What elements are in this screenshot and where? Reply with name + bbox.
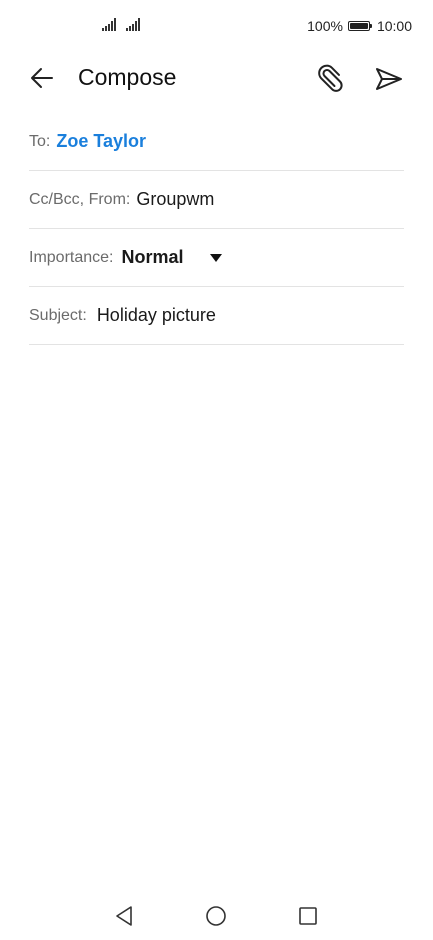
attach-button[interactable] [314,62,348,96]
importance-label: Importance: [29,248,114,266]
caret-down-icon[interactable] [209,253,222,262]
importance-field[interactable]: Importance: Normal [29,229,404,287]
importance-value[interactable]: Normal [121,247,183,268]
page-title: Compose [78,64,177,90]
to-label: To: [29,132,51,150]
status-right: 100% 10:00 [307,18,412,34]
square-recents-icon [299,907,317,925]
status-bar: 100% 10:00 [0,0,433,54]
signal-indicators [102,18,140,31]
cc-bcc-from-field[interactable]: Cc/Bcc, From: Groupwm [29,171,404,229]
send-icon [376,68,402,90]
recipient-chip[interactable]: Zoe Taylor [56,131,146,152]
compose-screen: 100% 10:00 Compose To: Zoe Taylor Cc/Bcc… [0,0,433,940]
clock: 10:00 [376,18,412,34]
back-button[interactable] [26,62,58,94]
nav-home-button[interactable] [204,904,228,928]
signal-icon [126,18,140,31]
circle-home-icon [206,906,226,926]
app-header: Compose [0,54,433,102]
subject-label: Subject: [29,306,87,324]
nav-back-button[interactable] [112,904,136,928]
subject-field[interactable]: Subject: Holiday picture [29,287,404,345]
message-body-input[interactable] [29,346,404,866]
to-field[interactable]: To: Zoe Taylor [29,113,404,171]
subject-input[interactable]: Holiday picture [97,305,216,326]
triangle-back-icon [116,906,132,926]
system-nav-bar [0,890,433,940]
signal-icon [102,18,116,31]
cc-bcc-from-label: Cc/Bcc, From: [29,190,131,208]
paperclip-icon [318,64,343,92]
from-account-value: Groupwm [136,189,215,209]
arrow-left-icon [31,68,53,88]
battery-icon [347,21,372,31]
battery-percent: 100% [307,18,343,34]
send-button[interactable] [372,62,406,96]
nav-recents-button[interactable] [296,904,320,928]
